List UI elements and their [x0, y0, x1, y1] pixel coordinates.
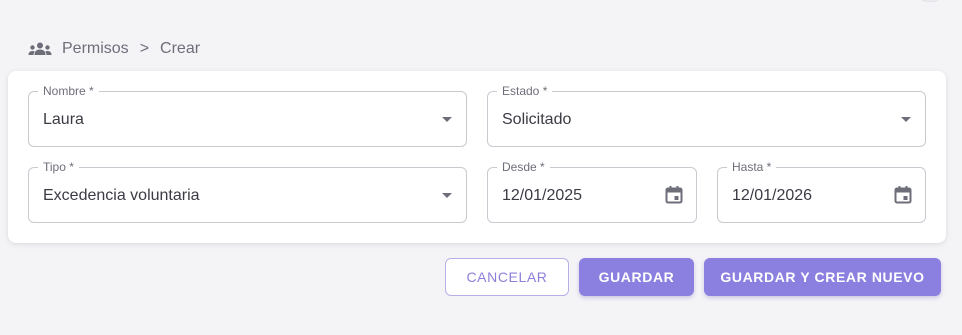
- desde-label: Desde *: [497, 160, 550, 174]
- desde-value: 12/01/2025: [502, 187, 583, 204]
- hasta-label: Hasta *: [727, 160, 777, 174]
- chevron-down-icon[interactable]: [442, 117, 452, 122]
- hasta-date-field[interactable]: Hasta * 12/01/2026: [717, 160, 926, 223]
- tipo-label: Tipo *: [38, 160, 79, 174]
- avatar-edge: [916, 0, 944, 2]
- save-button[interactable]: GUARDAR: [579, 258, 694, 296]
- group-icon: [28, 41, 52, 57]
- nombre-label: Nombre *: [38, 84, 99, 98]
- cancel-button[interactable]: CANCELAR: [445, 258, 569, 296]
- calendar-icon[interactable]: [893, 185, 913, 205]
- breadcrumb-link-permisos[interactable]: Permisos: [62, 40, 129, 58]
- tipo-value: Excedencia voluntaria: [43, 187, 200, 204]
- chevron-down-icon[interactable]: [901, 117, 911, 122]
- desde-date-field[interactable]: Desde * 12/01/2025: [487, 160, 697, 223]
- estado-select[interactable]: Estado * Solicitado: [487, 84, 926, 147]
- breadcrumb: Permisos > Crear: [28, 40, 200, 58]
- chevron-down-icon[interactable]: [442, 193, 452, 198]
- breadcrumb-separator: >: [139, 40, 150, 57]
- tipo-select[interactable]: Tipo * Excedencia voluntaria: [28, 160, 467, 223]
- calendar-icon[interactable]: [664, 185, 684, 205]
- estado-value: Solicitado: [502, 111, 572, 128]
- nombre-value: Laura: [43, 111, 84, 128]
- save-and-create-new-button[interactable]: GUARDAR Y CREAR NUEVO: [704, 258, 941, 296]
- nombre-select[interactable]: Nombre * Laura: [28, 84, 467, 147]
- estado-label: Estado *: [497, 84, 553, 98]
- breadcrumb-current: Crear: [160, 40, 201, 57]
- form-card: Nombre * Laura Estado * Solicitado Tipo …: [8, 71, 946, 243]
- hasta-value: 12/01/2026: [732, 187, 813, 204]
